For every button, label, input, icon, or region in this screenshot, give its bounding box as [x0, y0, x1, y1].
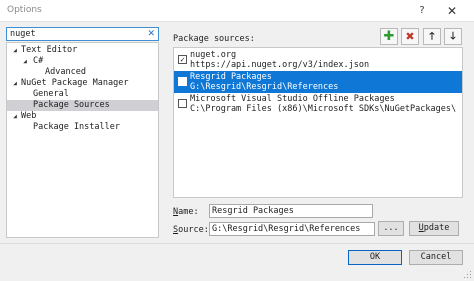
name-label-text: ame: — [178, 207, 199, 217]
expand-arrow-icon[interactable]: ◢ — [11, 111, 19, 122]
package-sources-list[interactable]: ✓ nuget.org https://api.nuget.org/v3/ind… — [173, 47, 463, 198]
resize-grip-icon[interactable] — [464, 271, 472, 279]
tree-item-label: Package Sources — [33, 100, 110, 110]
tree-item-general[interactable]: General — [7, 89, 158, 100]
source-item-nuget-org[interactable]: ✓ nuget.org https://api.nuget.org/v3/ind… — [174, 49, 462, 71]
tree-item-label: General — [33, 89, 69, 99]
tree-item-label: Text Editor — [21, 45, 78, 55]
tree-item-label: C# — [33, 56, 44, 66]
cancel-button[interactable]: Cancel — [409, 250, 463, 265]
tree-item-text-editor[interactable]: ◢ Text Editor — [7, 45, 158, 56]
source-name: Microsoft Visual Studio Offline Packages — [190, 94, 395, 104]
help-button[interactable]: ? — [411, 2, 433, 20]
name-field[interactable]: Resgrid Packages — [209, 204, 373, 218]
source-name: nuget.org — [190, 50, 237, 60]
title-bar: Options ? ✕ — [0, 0, 474, 22]
source-path: C:\Program Files (x86)\Microsoft SDKs\Nu… — [190, 104, 457, 114]
options-tree[interactable]: ◢ Text Editor ◢ C# Advanced ◢ NuGet Pack… — [6, 42, 159, 238]
tree-item-web[interactable]: ◢ Web — [7, 111, 158, 122]
source-field[interactable]: G:\Resgrid\Resgrid\References — [209, 222, 375, 236]
search-input[interactable]: nuget ✕ — [6, 27, 159, 41]
move-up-button[interactable]: 🡑 — [423, 28, 441, 45]
add-icon: ✚ — [383, 29, 395, 44]
package-sources-label: Package sources: — [173, 34, 255, 44]
tree-item-csharp[interactable]: ◢ C# — [7, 56, 158, 67]
source-item-resgrid-packages[interactable]: Resgrid Packages G:\Resgrid\Resgrid\Refe… — [174, 71, 462, 93]
expand-arrow-icon[interactable]: ◢ — [21, 56, 29, 67]
source-enabled-checkbox[interactable]: ✓ — [178, 55, 187, 64]
tree-item-label: NuGet Package Manager — [21, 78, 129, 88]
arrow-up-icon: 🡑 — [429, 31, 435, 42]
search-value: nuget — [10, 29, 36, 39]
arrow-down-icon: 🡓 — [450, 31, 456, 42]
source-enabled-checkbox[interactable] — [178, 99, 187, 108]
browse-button[interactable]: ... — [378, 221, 404, 236]
expand-arrow-icon[interactable]: ◢ — [11, 45, 19, 56]
window-title: Options — [7, 5, 42, 15]
tree-item-package-installer[interactable]: Package Installer — [7, 122, 158, 133]
source-enabled-checkbox[interactable] — [178, 77, 187, 86]
expand-arrow-icon[interactable]: ◢ — [11, 78, 19, 89]
source-name: Resgrid Packages — [190, 72, 272, 82]
source-path: https://api.nuget.org/v3/index.json — [190, 60, 370, 70]
footer-divider — [0, 243, 474, 244]
source-path: G:\Resgrid\Resgrid\References — [190, 82, 339, 92]
source-label: Source: — [173, 225, 209, 235]
move-down-button[interactable]: 🡓 — [444, 28, 462, 45]
ok-button[interactable]: OK — [348, 250, 402, 265]
add-source-button[interactable]: ✚ — [380, 28, 398, 45]
tree-item-advanced[interactable]: Advanced — [7, 67, 158, 78]
update-button[interactable]: Update — [409, 221, 459, 236]
name-label: Name: — [173, 207, 199, 217]
clear-search-icon[interactable]: ✕ — [147, 28, 155, 40]
tree-item-nuget-package-manager[interactable]: ◢ NuGet Package Manager — [7, 78, 158, 89]
source-item-vs-offline-packages[interactable]: Microsoft Visual Studio Offline Packages… — [174, 93, 462, 115]
update-label: pdate — [423, 223, 450, 233]
tree-item-label: Advanced — [45, 67, 86, 77]
tree-item-label: Package Installer — [33, 122, 120, 132]
source-label-text: ource: — [178, 225, 209, 235]
remove-icon: ✖ — [405, 30, 415, 43]
remove-source-button[interactable]: ✖ — [401, 28, 419, 45]
tree-item-label: Web — [21, 111, 37, 121]
close-button[interactable]: ✕ — [437, 1, 467, 21]
tree-item-package-sources[interactable]: Package Sources — [7, 100, 158, 111]
